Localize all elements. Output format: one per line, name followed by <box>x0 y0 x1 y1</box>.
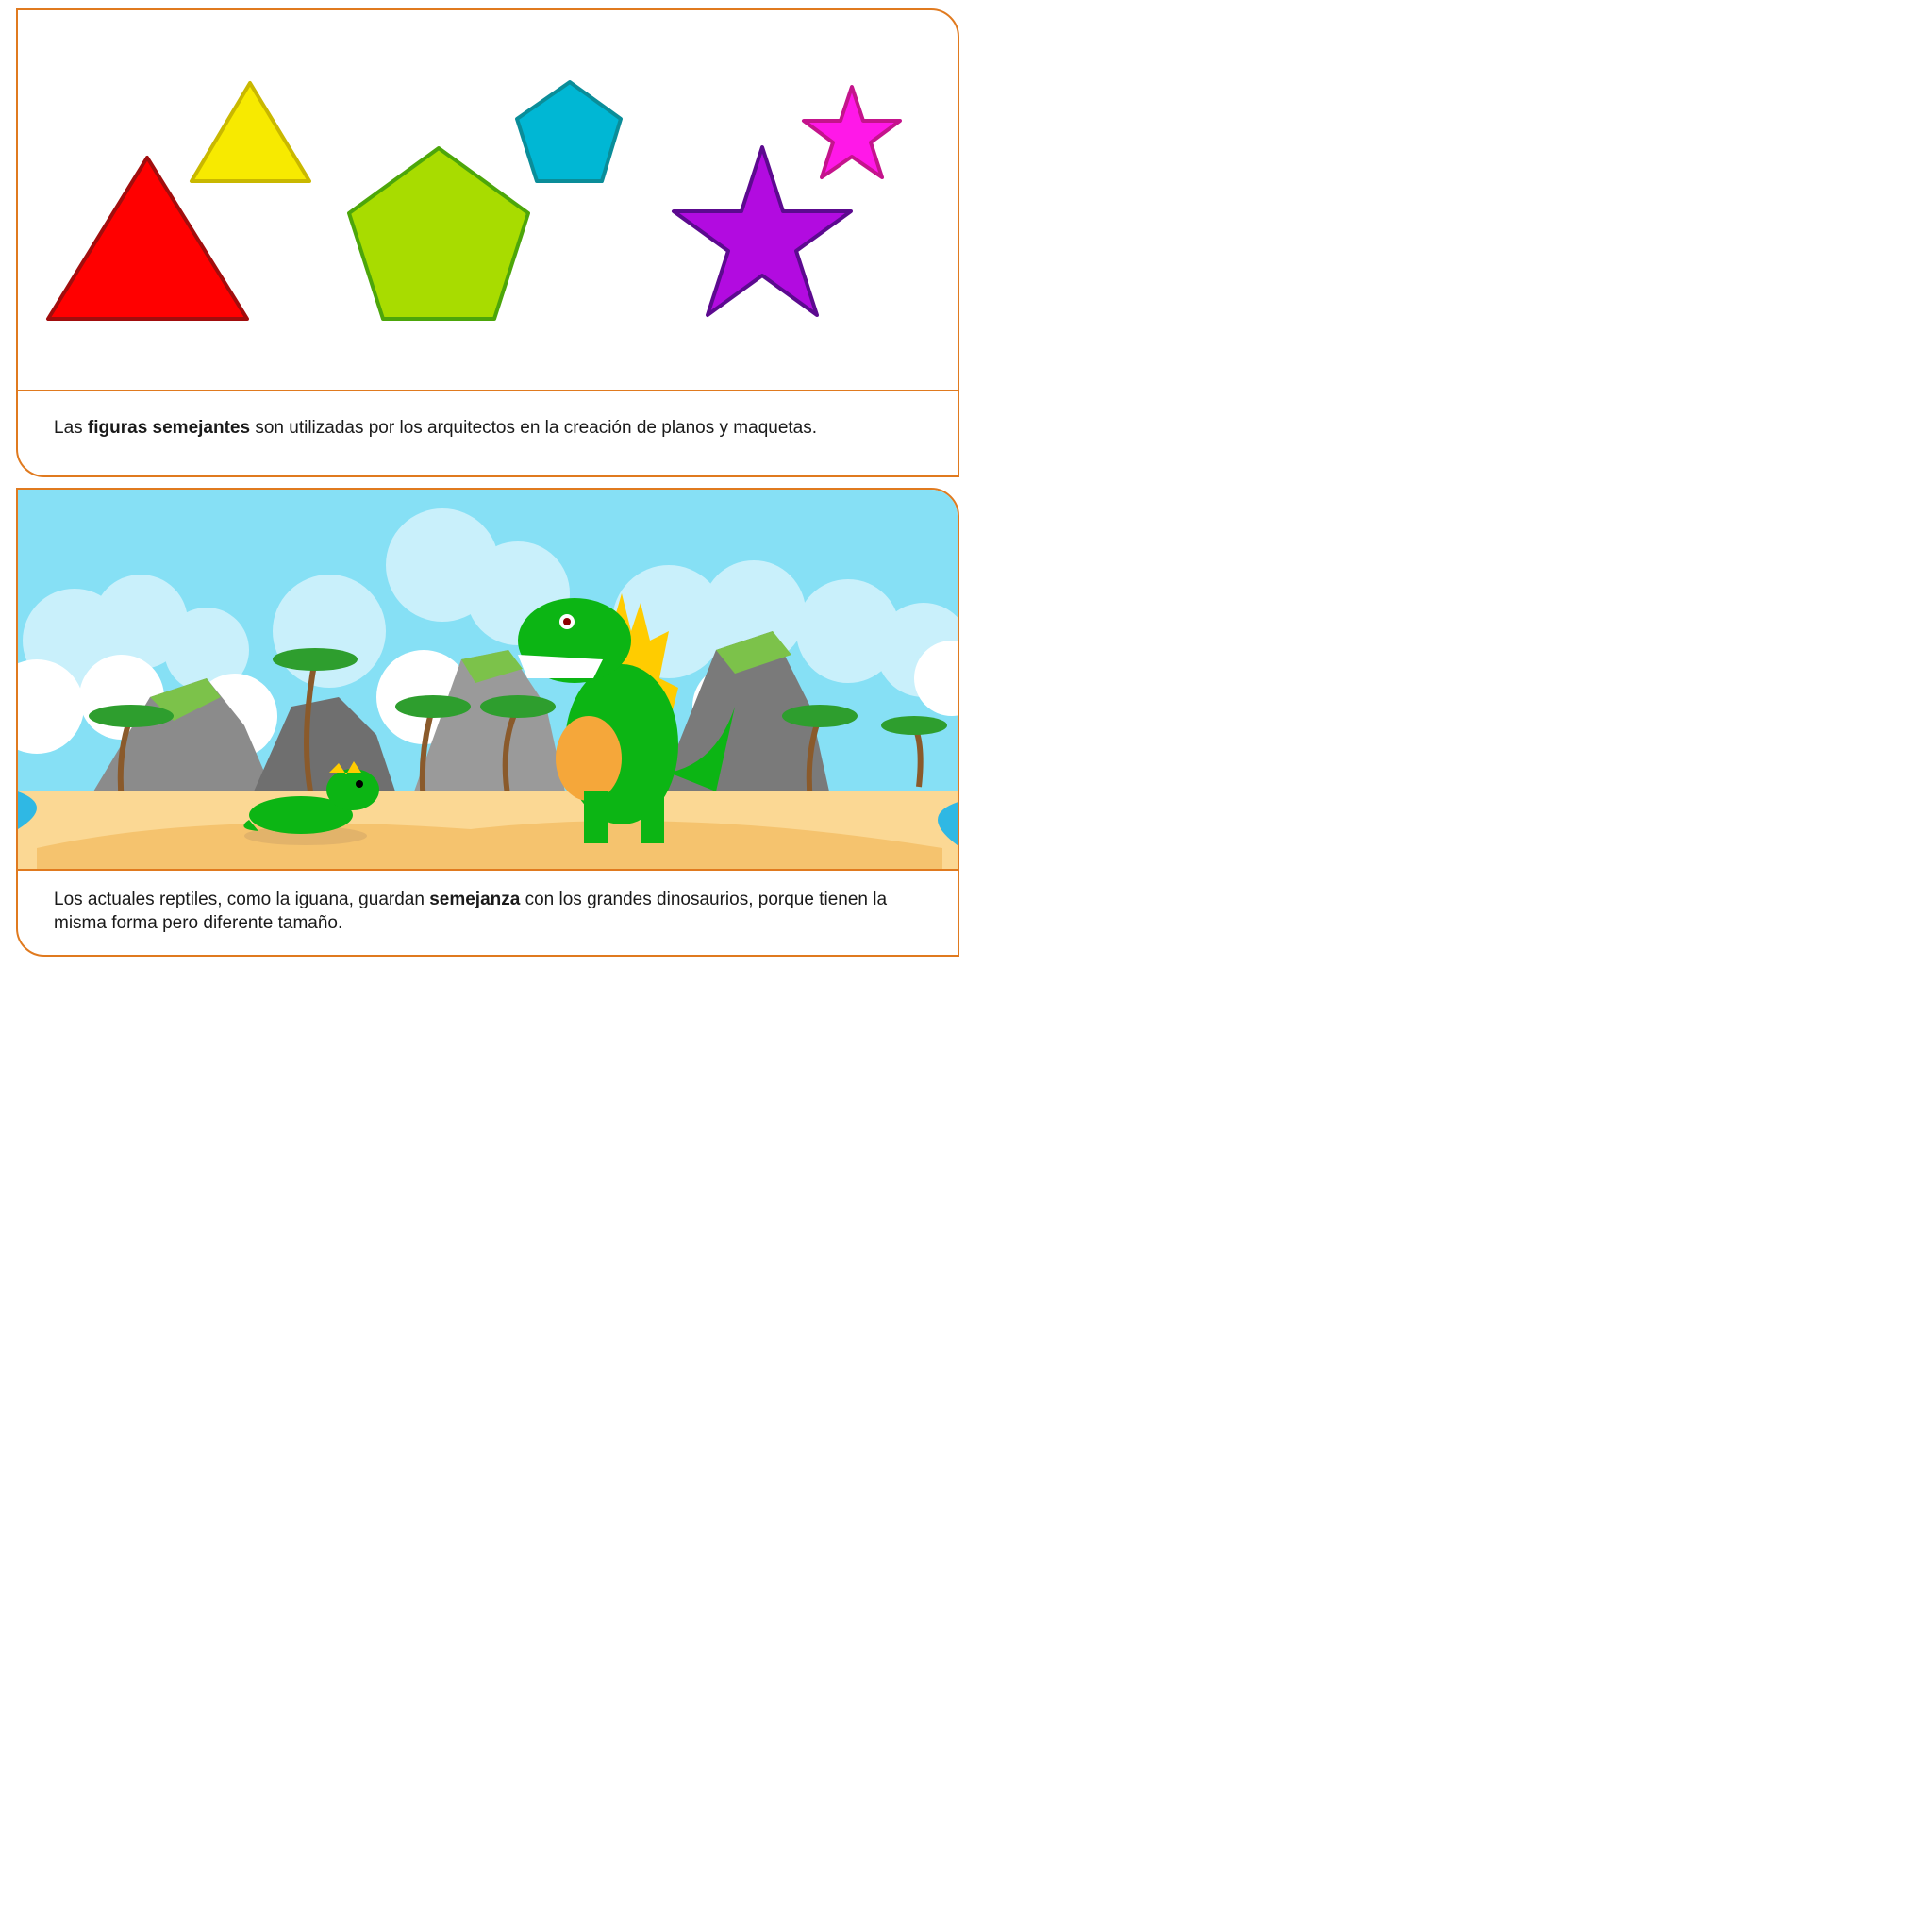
figures-caption: Las figuras semejantes son utilizadas po… <box>54 418 818 438</box>
beach-scene-illustration <box>18 490 958 869</box>
similar-figures-card: Las figuras semejantes son utilizadas po… <box>16 8 959 477</box>
reptiles-caption-bold: semejanza <box>429 890 521 909</box>
reptiles-card: Los actuales reptiles, como la iguana, g… <box>16 488 959 957</box>
shapes-illustration <box>18 10 958 390</box>
figures-caption-bold: figuras semejantes <box>87 418 251 438</box>
card-divider <box>18 390 958 391</box>
large-green-pentagon <box>347 146 530 321</box>
small-cyan-pentagon <box>515 80 623 183</box>
card-divider <box>18 869 958 871</box>
reptiles-caption: Los actuales reptiles, como la iguana, g… <box>54 890 888 933</box>
small-yellow-triangle <box>190 81 311 183</box>
small-magenta-star <box>802 85 902 179</box>
